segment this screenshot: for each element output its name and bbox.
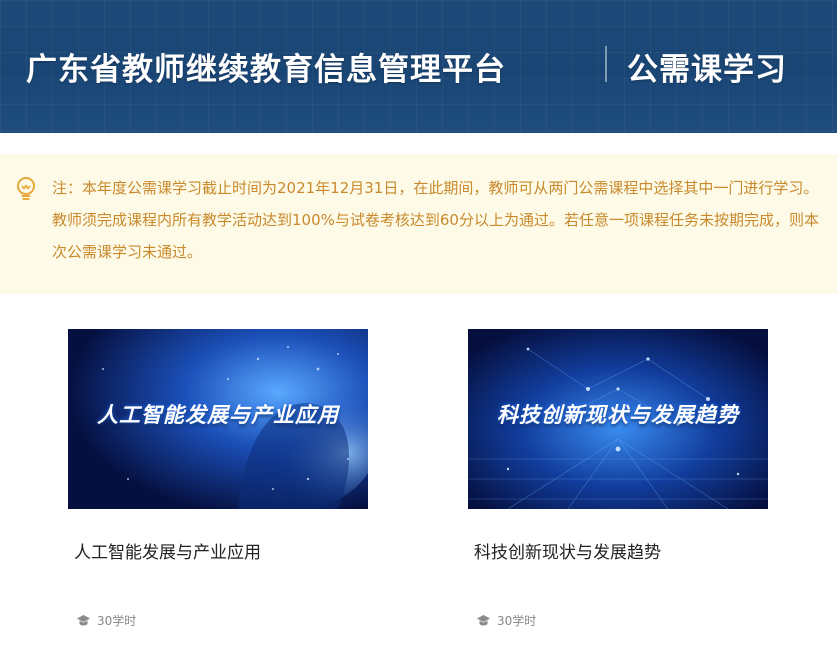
- bulb-icon: [17, 177, 35, 200]
- page-header: 广东省教师继续教育信息管理平台 公需课学习: [0, 0, 837, 133]
- course-title[interactable]: 人工智能发展与产业应用: [74, 538, 261, 563]
- graduation-cap-icon: [477, 614, 490, 625]
- graduation-cap-icon: [77, 614, 90, 625]
- header-divider: [605, 46, 607, 82]
- platform-title: 广东省教师继续教育信息管理平台: [26, 52, 506, 88]
- thumbnail-caption: 科技创新现状与发展趋势: [497, 403, 739, 427]
- course-title[interactable]: 科技创新现状与发展趋势: [474, 538, 661, 563]
- notice-banner: 注：本年度公需课学习截止时间为2021年12月31日，在此期间，教师可从两门公需…: [0, 154, 837, 294]
- section-title: 公需课学习: [627, 52, 787, 88]
- course-card-tech[interactable]: 科技创新现状与发展趋势 科技创新现状与发展趋势 30学时: [468, 329, 768, 628]
- course-hours: 30学时: [497, 613, 537, 628]
- notice-text: 注：本年度公需课学习截止时间为2021年12月31日，在此期间，教师可从两门公需…: [52, 179, 819, 261]
- course-hours: 30学时: [97, 613, 137, 628]
- thumbnail-caption: 人工智能发展与产业应用: [97, 403, 339, 427]
- course-meta: 30学时: [76, 612, 136, 628]
- course-thumbnail[interactable]: 科技创新现状与发展趋势: [468, 329, 768, 509]
- course-card-ai[interactable]: 人工智能发展与产业应用 人工智能发展与产业应用 30学时: [68, 329, 368, 628]
- course-meta: 30学时: [476, 612, 536, 628]
- course-thumbnail[interactable]: 人工智能发展与产业应用: [68, 329, 368, 509]
